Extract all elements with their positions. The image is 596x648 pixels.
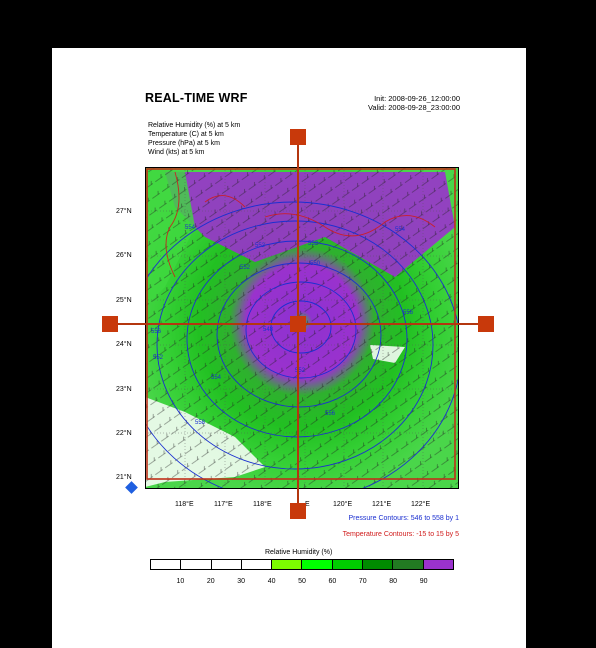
colorbar-segment [181, 560, 212, 569]
colorbar-title: Relative Humidity (%) [265, 549, 333, 556]
init-valid-time: Init: 2008-09-26_12:00:00 Valid: 2008-09… [368, 94, 460, 112]
colorbar-segment [272, 560, 303, 569]
lat-label: 23°N [116, 386, 132, 393]
contour-label: 556 [151, 329, 162, 335]
contour-label: 548 [263, 327, 274, 333]
lat-label: 25°N [116, 297, 132, 304]
contour-label: 556 [325, 411, 336, 417]
lon-label: 118°E [253, 501, 272, 508]
colorbar-tick-label: 50 [298, 578, 306, 585]
colorbar-tick-label: 60 [328, 578, 337, 585]
lon-label: 117°E [214, 501, 233, 508]
colorbar-tick-label: 10 [176, 578, 185, 585]
field-list: Relative Humidity (%) at 5 km Temperatur… [148, 121, 240, 157]
colorbar-segment [423, 560, 453, 569]
valid-time: Valid: 2008-09-28_23:00:00 [367, 103, 460, 112]
lat-label: 22°N [116, 430, 132, 437]
lat-label: 24°N [116, 341, 132, 348]
contour-label: 556 [403, 310, 414, 316]
field-wind: Wind (kts) at 5 km [148, 149, 205, 156]
contour-label: 552 [255, 243, 266, 249]
contour-label: 558 [195, 420, 206, 426]
colorbar-tick-label: 80 [389, 578, 398, 585]
colorbar-tick-label: 40 [267, 578, 276, 585]
colorbar-tick-label: 20 [206, 578, 215, 585]
colorbar-segment [241, 560, 273, 569]
pressure-contour-legend: Pressure Contours: 546 to 558 by 1 [348, 515, 459, 522]
colorbar-tick-label: 70 [358, 578, 367, 585]
contour-label: 552 [153, 355, 164, 361]
lon-label: 121°E [372, 501, 392, 508]
init-time: Init: 2008-09-26_12:00:00 [374, 94, 460, 103]
field-rh: Relative Humidity (%) at 5 km [148, 122, 241, 129]
lon-label: 118°E [175, 501, 194, 508]
contour-label: 554 [211, 375, 222, 381]
contour-label: 554 [185, 225, 196, 231]
handle-left[interactable] [102, 316, 118, 332]
field-temperature: Temperature (C) at 5 km [148, 131, 224, 138]
colorbar-segment [151, 560, 182, 569]
colorbar-segment [211, 560, 242, 569]
contour-label: 554 [395, 227, 406, 233]
colorbar-tick-label: 30 [237, 578, 246, 585]
colorbar-segment [363, 560, 394, 569]
handle-right[interactable] [478, 316, 494, 332]
field-pressure: Pressure (hPa) at 5 km [148, 140, 220, 147]
contour-label: 550 [310, 261, 321, 267]
handle-center[interactable] [290, 316, 306, 332]
colorbar-segment [332, 560, 364, 569]
lat-label: 21°N [116, 474, 132, 481]
figure-title: REAL-TIME WRF [145, 91, 248, 105]
handle-bottom[interactable] [290, 503, 306, 519]
colorbar-segment [302, 560, 333, 569]
lat-label: 26°N [116, 252, 132, 259]
colorbar-segment [393, 560, 424, 569]
contour-label: 552 [308, 241, 319, 247]
handle-top[interactable] [290, 129, 306, 145]
colorbar-tick-label: 90 [419, 578, 428, 585]
temperature-contour-legend: Temperature Contours: -15 to 15 by 5 [342, 531, 459, 538]
lon-label: 120°E [333, 501, 353, 508]
lon-label: 122°E [411, 501, 431, 508]
lat-label: 27°N [116, 208, 132, 215]
contour-label: 552 [240, 265, 251, 271]
rh-colorbar [150, 559, 454, 570]
